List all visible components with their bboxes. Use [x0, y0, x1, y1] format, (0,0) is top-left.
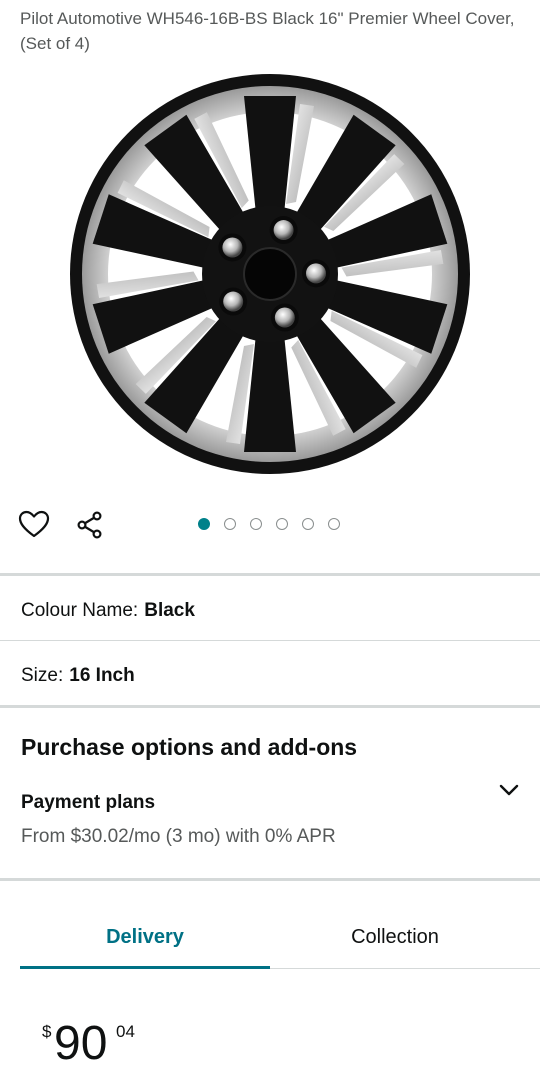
price-fraction: 04: [116, 1022, 135, 1041]
colour-value: Black: [144, 600, 195, 621]
colour-attribute[interactable]: Colour Name: Black: [21, 599, 195, 623]
tab-delivery[interactable]: Delivery: [20, 906, 270, 968]
wheel-cover-image[interactable]: [60, 64, 480, 484]
size-attribute[interactable]: Size: 16 Inch: [21, 664, 135, 688]
payment-plans-description: From $30.02/mo (3 mo) with 0% APR: [21, 826, 336, 847]
tab-collection[interactable]: Collection: [270, 906, 520, 968]
pagination-dot[interactable]: [198, 518, 210, 530]
attribute-divider: [0, 640, 540, 641]
size-label: Size:: [21, 665, 64, 686]
active-tab-indicator: [20, 966, 270, 969]
price-whole: 90: [54, 1017, 108, 1070]
section-divider: [0, 705, 540, 708]
gallery-actions: [0, 504, 540, 548]
pagination-dot[interactable]: [276, 518, 288, 530]
pagination-dot[interactable]: [302, 518, 314, 530]
image-pagination-dots: [198, 518, 340, 530]
product-title: Pilot Automotive WH546-16B-BS Black 16" …: [20, 9, 515, 53]
payment-plans-title: Payment plans: [21, 792, 156, 813]
colour-label: Colour Name:: [21, 600, 139, 621]
purchase-options-heading: Purchase options and add-ons: [21, 734, 358, 760]
chevron-down-icon[interactable]: [496, 780, 522, 800]
pagination-dot[interactable]: [224, 518, 236, 530]
pagination-dot[interactable]: [250, 518, 262, 530]
heart-icon[interactable]: [17, 508, 51, 542]
share-icon[interactable]: [73, 508, 107, 542]
pagination-dot[interactable]: [328, 518, 340, 530]
payment-plans-row[interactable]: Payment plans From $30.02/mo (3 mo) with…: [0, 780, 540, 852]
size-value: 16 Inch: [69, 665, 135, 686]
price-currency: $: [42, 1022, 52, 1041]
section-divider: [0, 573, 540, 576]
section-divider: [0, 878, 540, 881]
fulfilment-tabs: Delivery Collection: [0, 906, 540, 970]
